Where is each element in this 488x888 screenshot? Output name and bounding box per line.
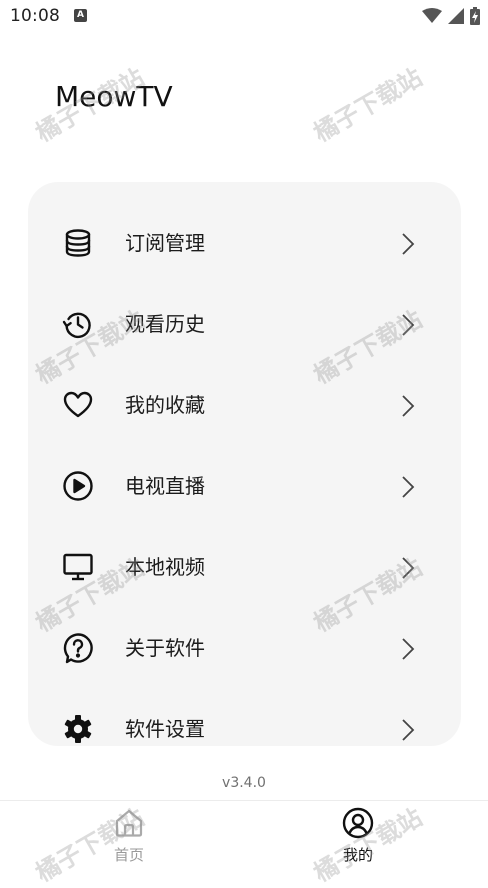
status-bar: 10:08 A [0, 0, 488, 34]
notification-icon: A [74, 9, 87, 22]
status-time: 10:08 [10, 6, 60, 26]
menu-item-label: 电视直播 [125, 474, 205, 498]
bottom-nav: 首页 我的 [0, 800, 488, 868]
chevron-right-icon [400, 394, 416, 418]
menu-item-favorites[interactable]: 我的收藏 [28, 375, 461, 435]
nav-tab-home[interactable]: 首页 [69, 801, 189, 868]
chevron-right-icon [400, 718, 416, 742]
wifi-icon [422, 8, 442, 24]
menu-item-label: 订阅管理 [125, 231, 205, 255]
menu-item-local-video[interactable]: 本地视频 [28, 537, 461, 597]
chevron-right-icon [400, 232, 416, 256]
menu-item-label: 本地视频 [125, 555, 205, 579]
menu-item-label: 我的收藏 [125, 393, 205, 417]
nav-tab-label: 我的 [342, 846, 373, 864]
version-label: v3.4.0 [222, 775, 266, 791]
chevron-right-icon [400, 556, 416, 580]
menu-item-settings[interactable]: 软件设置 [28, 699, 461, 746]
history-icon [62, 308, 94, 340]
menu-item-live-tv[interactable]: 电视直播 [28, 456, 461, 516]
play-circle-icon [62, 470, 94, 502]
nav-tab-label: 首页 [113, 846, 144, 864]
status-icons [422, 6, 480, 26]
home-icon [113, 807, 145, 839]
chevron-right-icon [400, 637, 416, 661]
menu-item-label: 观看历史 [125, 312, 205, 336]
app-title: MeowTV [55, 80, 173, 113]
signal-icon [448, 8, 464, 24]
help-bubble-icon [62, 632, 94, 664]
chevron-right-icon [400, 475, 416, 499]
menu-item-label: 软件设置 [125, 717, 205, 741]
battery-charging-icon [470, 7, 480, 25]
menu-item-history[interactable]: 观看历史 [28, 294, 461, 354]
user-circle-icon [342, 807, 374, 839]
chevron-right-icon [400, 313, 416, 337]
menu-card: 订阅管理 观看历史 我的收藏 电视直播 本地视频 关于软件 软件设置 [28, 182, 461, 746]
heart-icon [62, 389, 94, 421]
database-icon [62, 227, 94, 259]
nav-tab-mine[interactable]: 我的 [298, 801, 418, 868]
gear-icon [62, 713, 94, 745]
menu-item-label: 关于软件 [125, 636, 205, 660]
menu-item-about[interactable]: 关于软件 [28, 618, 461, 678]
menu-item-subscriptions[interactable]: 订阅管理 [28, 213, 461, 273]
monitor-icon [62, 551, 94, 583]
watermark: 橘子下载站 [309, 63, 427, 148]
